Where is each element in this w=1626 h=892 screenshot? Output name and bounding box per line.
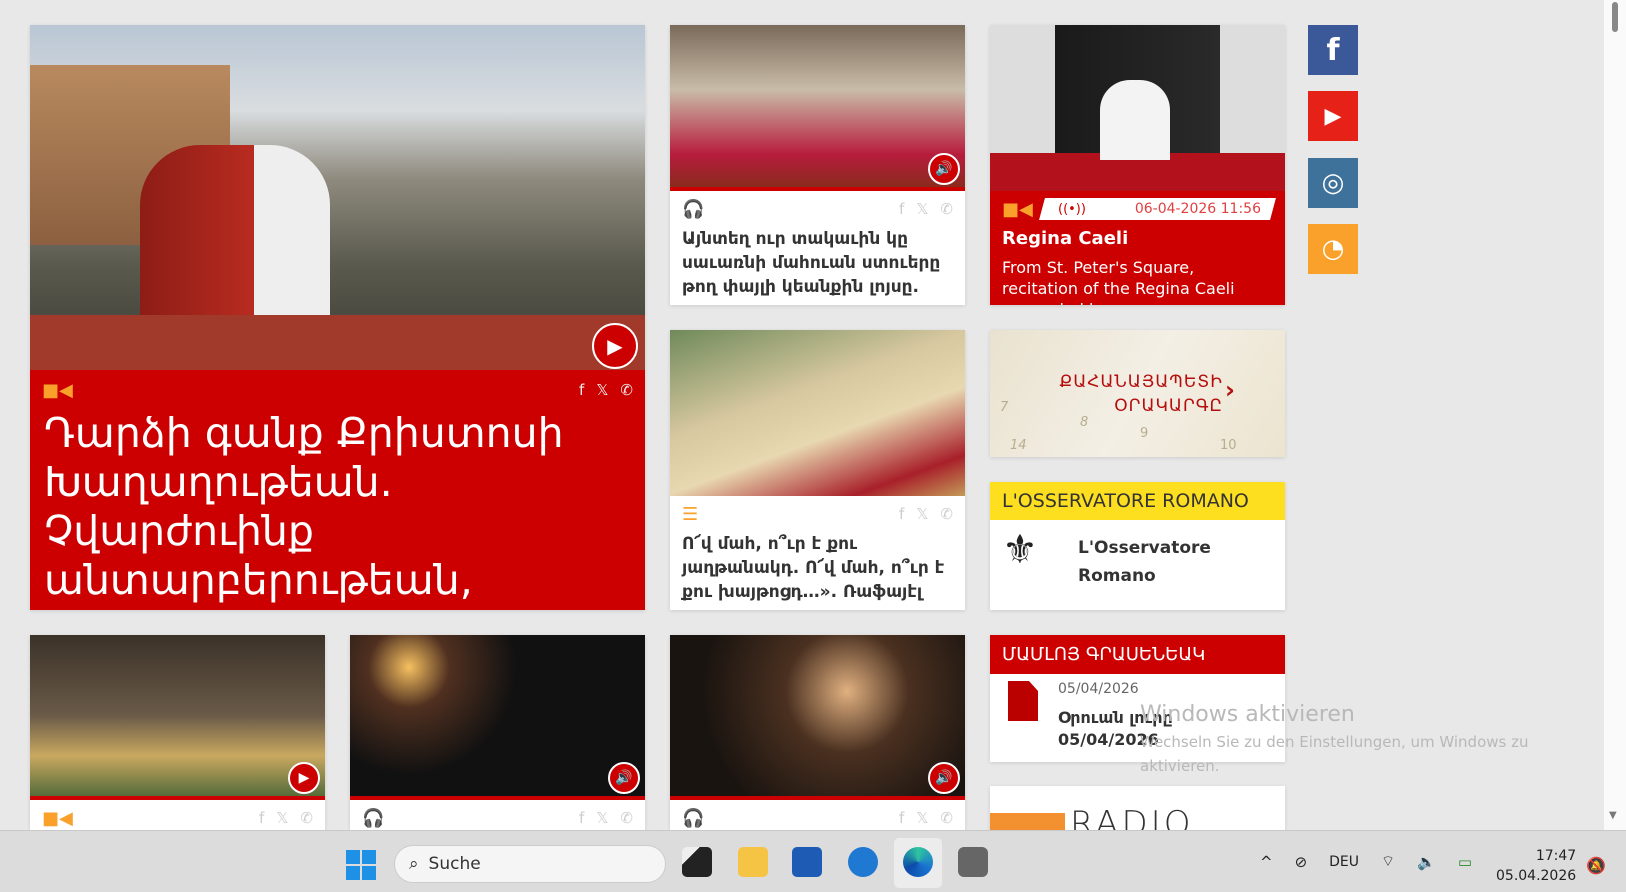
facebook-share-icon[interactable]: f — [579, 381, 584, 399]
facebook-share-icon[interactable]: f — [259, 809, 264, 827]
clock-date[interactable]: 05.04.2026 — [1496, 866, 1576, 886]
live-title[interactable]: Regina Caeli — [1002, 228, 1128, 249]
headphones-icon: 🎧 — [682, 198, 705, 220]
main-story-title[interactable]: Դարձի գանք Քրիստոսի Խաղաղութեան. Չվարժու… — [44, 409, 605, 605]
live-image[interactable] — [990, 25, 1285, 191]
calendar-label: ՔԱՀԱՆԱՅԱՊԵՏԻ — [1059, 372, 1223, 392]
speaker-icon[interactable]: 🔊 — [928, 153, 960, 185]
play-icon[interactable]: ▶ — [592, 323, 638, 369]
headphones-icon: 🎧 — [682, 807, 705, 829]
live-description: From St. Peter's Square, recitation of t… — [1002, 258, 1235, 305]
papal-calendar-banner[interactable]: 7 8 9 10 14 ՔԱՀԱՆԱՅԱՊԵՏԻ ՕՐԱԿԱՐԳԸ › — [990, 330, 1285, 457]
whatsapp-share-icon[interactable]: ✆ — [300, 809, 313, 827]
calendar-label: ՕՐԱԿԱՐԳԸ — [1114, 396, 1223, 416]
x-share-icon[interactable]: 𝕏 — [916, 200, 928, 218]
store-icon[interactable] — [792, 847, 822, 877]
x-share-icon[interactable]: 𝕏 — [916, 809, 928, 827]
osservatore-name: Romano — [1078, 566, 1156, 586]
start-button[interactable] — [346, 850, 376, 880]
radio-card[interactable]: RADIO — [990, 786, 1285, 830]
notification-bell-icon[interactable]: 🔕 — [1586, 856, 1606, 875]
press-office-header: ՄԱՄԼՈՅ ԳՐԱՍԵՆԵԱԿ — [990, 635, 1285, 674]
headphones-icon: 🎧 — [362, 807, 385, 829]
show-hidden-icons-chevron[interactable]: ^ — [1260, 853, 1273, 871]
search-box[interactable]: ⌕ Suche — [394, 845, 666, 883]
facebook-share-icon[interactable]: f — [899, 505, 904, 523]
story-image[interactable]: ▶ — [30, 635, 325, 800]
story-card[interactable]: 🔊 🎧 f 𝕏 ✆ — [350, 635, 645, 830]
scrollbar[interactable]: ▼ — [1604, 0, 1626, 830]
story-title[interactable]: Այնտեղ ուր տակաւին կը սաւառնի մահուան ստ… — [682, 227, 953, 299]
speaker-icon[interactable]: 🔊 — [928, 762, 960, 794]
story-image[interactable]: 🔊 — [670, 635, 965, 800]
instagram-icon[interactable]: ◎ — [1308, 158, 1358, 208]
live-datetime: 06-04-2026 11:56 — [1134, 201, 1261, 217]
facebook-share-icon[interactable]: f — [579, 809, 584, 827]
youtube-icon[interactable]: ▶ — [1308, 91, 1358, 141]
main-story-image[interactable]: ▶ — [30, 25, 645, 371]
live-card[interactable]: ■◀ ((•)) 06-04-2026 11:56 Regina Caeli F… — [990, 25, 1285, 305]
x-share-icon[interactable]: 𝕏 — [596, 809, 608, 827]
main-story-card[interactable]: ▶ ■◀ f 𝕏 ✆ Դարձի գանք Քրիստոսի Խաղաղութե… — [30, 25, 645, 610]
volume-icon[interactable]: 🔈 — [1417, 853, 1436, 871]
osservatore-card[interactable]: L'OSSERVATORE ROMANO ⚜ L'Osservatore Rom… — [990, 482, 1285, 610]
whatsapp-share-icon[interactable]: ✆ — [620, 381, 633, 399]
onedrive-offline-icon[interactable]: ⊘ — [1295, 853, 1308, 871]
file-explorer-icon[interactable] — [738, 847, 768, 877]
radio-logo — [990, 813, 1065, 830]
facebook-icon[interactable]: f — [1308, 25, 1358, 75]
papal-emblem-icon: ⚜ — [1002, 527, 1038, 573]
clock-time[interactable]: 17:47 — [1496, 846, 1576, 866]
whatsapp-share-icon[interactable]: ✆ — [940, 505, 953, 523]
story-image[interactable]: 🔊 — [350, 635, 645, 800]
x-share-icon[interactable]: 𝕏 — [916, 505, 928, 523]
x-share-icon[interactable]: 𝕏 — [596, 381, 608, 399]
search-icon: ⌕ — [409, 854, 419, 874]
play-icon[interactable]: ▶ — [288, 762, 320, 794]
radio-label: RADIO — [1070, 804, 1194, 830]
document-icon — [1008, 681, 1038, 721]
story-card[interactable]: ▶ ■◀ f 𝕏 ✆ — [30, 635, 325, 830]
press-date: 05/04/2026 — [1058, 681, 1139, 697]
browser-app-icon[interactable] — [848, 847, 878, 877]
story-card[interactable]: 🔊 🎧 f 𝕏 ✆ Այնտեղ ուր տակաւին կը սաւառնի մա… — [670, 25, 965, 305]
facebook-share-icon[interactable]: f — [899, 809, 904, 827]
video-camera-icon: ■◀ — [42, 807, 73, 829]
activation-watermark: Windows aktivieren Wechseln Sie zu den E… — [1140, 702, 1529, 775]
article-icon: ☰ — [682, 503, 699, 525]
osservatore-name: L'Osservatore — [1078, 538, 1211, 558]
scrollbar-thumb[interactable] — [1612, 2, 1618, 32]
speaker-icon[interactable]: 🔊 — [608, 762, 640, 794]
whatsapp-share-icon[interactable]: ✆ — [940, 200, 953, 218]
rss-icon[interactable]: ◔ — [1308, 224, 1358, 274]
scroll-down-arrow[interactable]: ▼ — [1609, 810, 1617, 821]
osservatore-header: L'OSSERVATORE ROMANO — [990, 482, 1285, 520]
wifi-icon[interactable]: ⌔ — [1381, 852, 1395, 871]
battery-icon[interactable]: ▭ — [1458, 853, 1472, 871]
story-title[interactable]: Ո՜վ մահ, ո՞ւր է քու յաղթանակդ. Ո՜վ մահ, … — [682, 532, 953, 604]
story-image[interactable] — [670, 330, 965, 496]
camera-icon[interactable] — [958, 847, 988, 877]
video-camera-icon: ■◀ — [42, 379, 73, 401]
language-indicator[interactable]: DEU — [1329, 854, 1359, 870]
whatsapp-share-icon[interactable]: ✆ — [940, 809, 953, 827]
chevron-right-icon: › — [1225, 376, 1235, 404]
story-image[interactable]: 🔊 — [670, 25, 965, 191]
live-broadcast-icon: ((•)) — [1058, 201, 1086, 217]
whatsapp-share-icon[interactable]: ✆ — [620, 809, 633, 827]
facebook-share-icon[interactable]: f — [899, 200, 904, 218]
edge-icon[interactable] — [903, 847, 933, 877]
video-camera-icon: ■◀ — [1002, 198, 1033, 220]
x-share-icon[interactable]: 𝕏 — [276, 809, 288, 827]
story-card[interactable]: ☰ f 𝕏 ✆ Ո՜վ մահ, ո՞ւր է քու յաղթանակդ. Ո՜վ… — [670, 330, 965, 610]
story-card[interactable]: 🔊 🎧 f 𝕏 ✆ — [670, 635, 965, 830]
task-view-icon[interactable] — [682, 847, 712, 877]
